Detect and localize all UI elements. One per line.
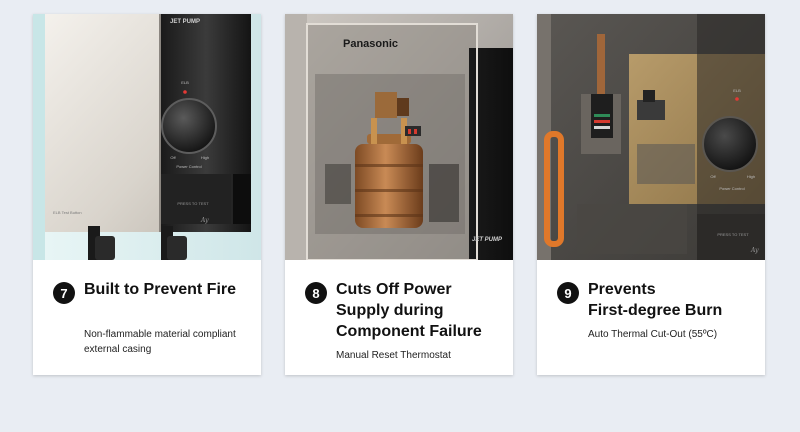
logo-mark: Ay: [750, 247, 759, 254]
brand-logo: Panasonic: [343, 38, 398, 50]
feature-description: Manual Reset Thermostat: [336, 350, 451, 361]
slot-label: PRESS TO TEST: [717, 232, 749, 237]
panel-label: JET PUMP: [472, 237, 503, 243]
slot-label: PRESS TO TEST: [177, 201, 209, 206]
dial-high-label: High: [201, 155, 209, 160]
feature-number-badge: 8: [305, 282, 327, 304]
indicator-light: [183, 90, 187, 94]
feature-title: Built to Prevent Fire: [84, 281, 237, 298]
dial-caption: Power Control: [176, 164, 201, 169]
feature-card-fire: JET PUMP ELB Off High Power Control PRES…: [33, 14, 261, 375]
dial-caption: Power Control: [719, 186, 744, 191]
indicator-label: ELB: [733, 88, 741, 93]
feature-card-power-cutoff: Panasonic JET PUMP 8 Cuts Off Power Supp…: [285, 14, 513, 375]
panel-label: JET PUMP: [170, 19, 200, 25]
heater-casing-image: JET PUMP ELB Off High Power Control PRES…: [33, 14, 261, 260]
feature-number-badge: 9: [557, 282, 579, 304]
indicator-light: [735, 97, 739, 101]
feature-title: Prevents First-degree Burn: [588, 281, 723, 319]
feature-card-burn: ELB Off High Power Control PRESS TO TEST…: [537, 14, 765, 375]
logo-mark: Ay: [200, 217, 209, 224]
dial-low-label: Off: [170, 155, 176, 160]
feature-number-badge: 7: [53, 282, 75, 304]
feature-description: Auto Thermal Cut-Out (55ºC): [588, 329, 718, 340]
thermal-cutout-image: ELB Off High Power Control PRESS TO TEST…: [537, 14, 765, 260]
feature-description: Non-flammable material compliant externa…: [84, 329, 236, 355]
heater-interior-image: Panasonic JET PUMP: [285, 14, 513, 260]
feature-title: Cuts Off Power Supply during Component F…: [336, 281, 482, 340]
indicator-label: ELB: [181, 80, 189, 85]
corner-label: ELB Test Button: [53, 210, 82, 215]
dial-high-label: High: [747, 174, 755, 179]
dial-low-label: Off: [710, 174, 716, 179]
